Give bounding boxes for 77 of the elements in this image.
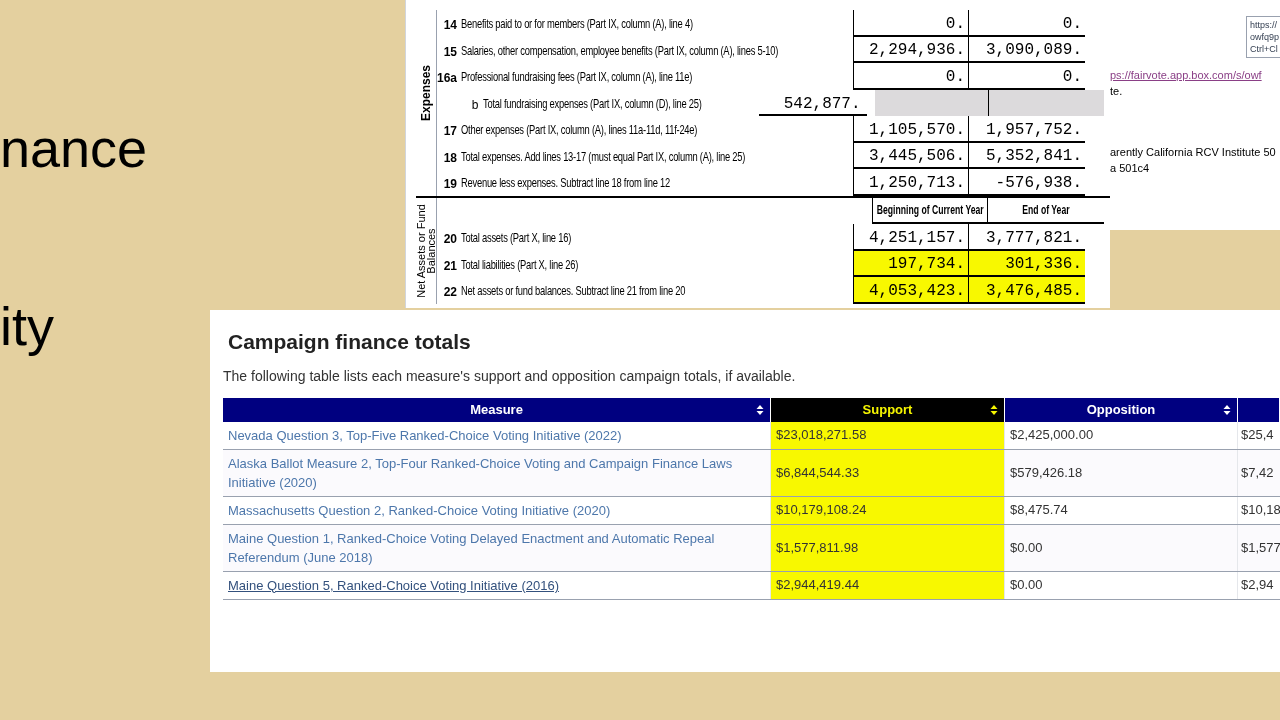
column-header[interactable]	[1238, 397, 1280, 422]
line-number: 17	[442, 123, 458, 140]
line-number: 15	[442, 43, 458, 61]
line-label: Total expenses. Add lines 13-17 (must equal Part IX, column (A), line 25)	[461, 147, 746, 166]
amount-cell: 197,734.	[853, 250, 969, 277]
line-number: b	[470, 96, 480, 114]
section-title: Campaign finance totals	[228, 329, 472, 355]
line-number: 19	[442, 176, 458, 193]
amount-cell: 0.	[969, 10, 1085, 37]
line-number: 21	[442, 257, 458, 275]
document-text: arently California RCV Institute 50	[1110, 145, 1276, 160]
measure-link[interactable]: Maine Question 1, Ranked-Choice Voting Delayed Enactment and Automatic Repeal Referendum (June 2018)	[228, 528, 765, 567]
document-link[interactable]: ps://fairvote.app.box.com/s/owf	[1110, 67, 1276, 83]
sort-icon	[990, 403, 998, 416]
amount-cell: -576,938.	[969, 169, 1085, 196]
amount-cell: 1,250,713.	[853, 169, 969, 196]
line-number: 16a	[437, 70, 459, 87]
amount-cell: 1,957,752.	[969, 116, 1085, 143]
line-label: Revenue less expenses. Subtract line 18 from line 12	[461, 174, 670, 192]
column-header: Beginning of Current Year	[876, 202, 984, 217]
document-text: a 501c4	[1110, 161, 1151, 176]
table-cell: $10,179,108.24	[771, 496, 1005, 524]
table-cell: $23,018,271.58	[771, 421, 1005, 449]
line-number: 18	[442, 149, 458, 167]
section-description: The following table lists each measure's support and opposition campaign totals, if available.	[223, 366, 797, 386]
table-cell: $6,844,544.33	[771, 449, 1005, 496]
slide-text: nance	[0, 118, 148, 178]
table-cell: $579,426.18	[1005, 449, 1238, 496]
slide-text: ity	[0, 296, 55, 356]
line-number: 22	[442, 284, 458, 301]
amount-cell: 3,090,089.	[969, 36, 1085, 63]
line-label: Other expenses (Part IX, column (A), lines 11a-11d, 11f-24e)	[461, 121, 698, 139]
amount-cell: 3,476,485.	[969, 277, 1085, 304]
measure-link[interactable]: Alaska Ballot Measure 2, Top-Four Ranked-Choice Voting and Campaign Finance Laws Initiative (2020)	[228, 453, 765, 492]
line-label: Total assets (Part X, line 16)	[461, 229, 572, 247]
sort-icon	[1223, 403, 1231, 416]
line-label: Total liabilities (Part X, line 26)	[461, 255, 579, 274]
measure-link[interactable]: Nevada Question 3, Top-Five Ranked-Choice Voting Initiative (2022)	[228, 425, 765, 445]
line-label: Salaries, other compensation, employee benefits (Part IX, column (A), lines 5-10)	[461, 41, 779, 60]
tooltip-text: Ctrl+Cl	[1250, 43, 1279, 55]
column-header[interactable]: Measure	[223, 397, 771, 422]
section-label: Expenses	[418, 63, 434, 123]
tooltip-text: owfq9p	[1250, 31, 1280, 43]
table-cell: $1,577,811.98	[771, 524, 1005, 571]
table-cell-text: $25,4	[1240, 426, 1275, 445]
amount: 542,877.	[783, 94, 861, 114]
amount-cell: 4,053,423.	[853, 277, 969, 304]
table-cell-text: $2,94	[1240, 576, 1275, 595]
table-cell-text: $1,577	[1240, 538, 1280, 557]
section-label: Net Assets or Fund Balances	[416, 202, 436, 300]
amount-cell: 2,294,936.	[853, 36, 969, 63]
line-number: 14	[442, 17, 458, 34]
line-label: Net assets or fund balances. Subtract line 21 from line 20	[461, 282, 686, 300]
amount-cell: 301,336.	[969, 250, 1085, 277]
line-number: 20	[442, 231, 458, 248]
measure-link[interactable]: Massachusetts Question 2, Ranked-Choice Voting Initiative (2020)	[228, 500, 765, 520]
amount-cell: 0.	[853, 10, 969, 37]
column-header: End of Year	[1022, 202, 1070, 217]
tooltip-text: https://	[1250, 19, 1278, 31]
column-header[interactable]: Support	[771, 397, 1005, 422]
table-cell: $0.00	[1005, 571, 1238, 599]
table-cell-text: $7,42	[1240, 463, 1275, 482]
amount-cell: 1,105,570.	[853, 116, 969, 143]
column-header[interactable]: Opposition	[1005, 397, 1238, 422]
document-text: te.	[1110, 84, 1124, 99]
line-label: Benefits paid to or for members (Part IX, column (A), line 4)	[461, 15, 693, 33]
table-cell: $2,944,419.44	[771, 571, 1005, 599]
measure-link[interactable]: Maine Question 5, Ranked-Choice Voting Initiative (2016)	[228, 575, 765, 595]
amount-cell: 3,445,506.	[853, 142, 969, 169]
amount-cell: 5,352,841.	[969, 142, 1085, 169]
sort-icon	[756, 403, 764, 416]
table-cell: $8,475.74	[1005, 496, 1238, 524]
line-label: Professional fundraising fees (Part IX, column (A), line 11e)	[461, 68, 693, 86]
table-cell: $2,425,000.00	[1005, 421, 1238, 449]
line-label: Total fundraising expenses (Part IX, column (D), line 25)	[482, 94, 702, 113]
table-cell: $0.00	[1005, 524, 1238, 571]
table-cell-text: $10,18	[1240, 501, 1280, 520]
